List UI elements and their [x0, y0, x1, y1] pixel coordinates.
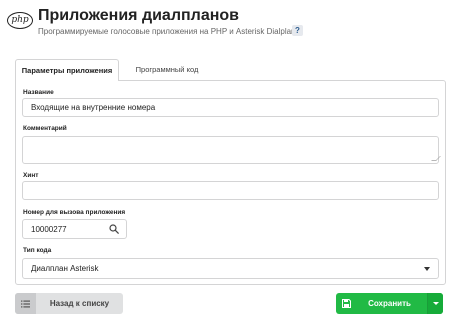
extension-label: Номер для вызова приложения: [23, 209, 126, 216]
name-field[interactable]: Входящие на внутренние номера: [22, 98, 439, 117]
tab-app-settings[interactable]: Параметры приложения: [15, 59, 119, 81]
save-button[interactable]: Сохранить: [336, 293, 427, 314]
save-button-label: Сохранить: [368, 299, 411, 308]
comment-field[interactable]: [22, 136, 441, 164]
page-title: Приложения диалпланов: [38, 7, 239, 24]
save-options-dropdown[interactable]: [427, 293, 443, 314]
type-select[interactable]: Диалплан Asterisk: [22, 258, 439, 279]
hint-field[interactable]: [22, 181, 439, 200]
type-value: Диалплан Asterisk: [31, 264, 99, 273]
chevron-down-icon: [433, 302, 439, 305]
tab-bar: Параметры приложения Программный код: [15, 59, 440, 81]
help-icon[interactable]: ?: [292, 25, 303, 36]
hint-label: Хинт: [23, 172, 39, 179]
back-to-list-button[interactable]: Назад к списку: [15, 293, 123, 314]
dropdown-caret-icon: [424, 266, 430, 271]
extension-field[interactable]: 10000277: [22, 219, 127, 239]
floppy-disk-icon: [342, 299, 351, 308]
save-button-group: Сохранить: [336, 293, 443, 314]
tab-program-code[interactable]: Программный код: [119, 59, 215, 81]
back-button-label: Назад к списку: [49, 299, 110, 308]
page-header: php Приложения диалпланов Программируемы…: [0, 0, 451, 50]
settings-panel: Название Входящие на внутренние номера К…: [15, 80, 446, 285]
resize-grip-icon[interactable]: [431, 156, 441, 161]
type-label: Тип кода: [23, 247, 52, 254]
comment-label: Комментарий: [23, 125, 67, 132]
page-subtitle: Программируемые голосовые приложения на …: [38, 27, 296, 36]
name-value: Входящие на внутренние номера: [31, 103, 156, 112]
list-icon: [15, 293, 36, 314]
search-icon[interactable]: [109, 224, 119, 234]
extension-value: 10000277: [31, 224, 67, 234]
php-logo-icon: php: [7, 12, 33, 29]
name-label: Название: [23, 89, 54, 96]
